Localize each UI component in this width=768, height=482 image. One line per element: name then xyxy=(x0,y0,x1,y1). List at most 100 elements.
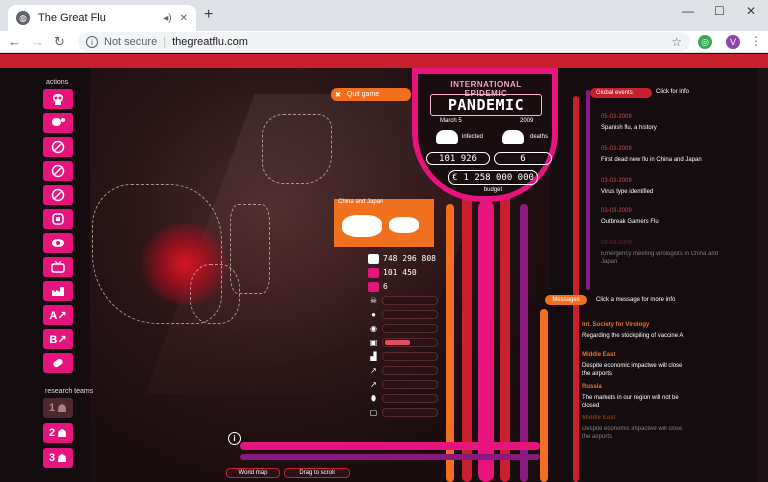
bookmark-star-icon[interactable]: ☆ xyxy=(671,35,682,49)
world-map-tab[interactable]: World map xyxy=(226,468,280,478)
deaths-skull-icon xyxy=(502,130,524,144)
address-bar[interactable]: i Not secure | thegreatflu.com ☆ xyxy=(78,32,690,52)
region-minimap[interactable] xyxy=(334,207,434,247)
control-bar[interactable] xyxy=(382,366,438,375)
research-team-2-button[interactable]: 2 ☗ xyxy=(43,423,73,443)
event-item[interactable]: Spanish flu, a history xyxy=(601,124,721,132)
action-pill-button[interactable] xyxy=(43,353,73,373)
game-canvas[interactable]: actions A↗ B↗ research teams 1 ☗ 2 ☗ 3 ☗ ✖ Q… xyxy=(0,54,768,482)
events-pillar xyxy=(573,96,579,482)
control-row-pill[interactable]: ⬮ xyxy=(368,393,438,404)
team-icon: ☗ xyxy=(57,452,67,465)
control-row-vaccine-a[interactable]: ↗ xyxy=(368,365,438,376)
event-item[interactable]: First dead new flu in China and Japan xyxy=(601,156,721,164)
action-vaccine-b-button[interactable]: B↗ xyxy=(43,329,73,349)
control-bar[interactable] xyxy=(382,338,438,347)
quit-game-button[interactable]: ✖ Quit game xyxy=(331,88,411,101)
control-row-shield[interactable]: ▢ xyxy=(368,407,438,418)
menu-kebab-icon[interactable]: ⋮ xyxy=(750,34,762,48)
action-vaccine-a-button[interactable]: A↗ xyxy=(43,305,73,325)
event-date: 03-03-2009 xyxy=(601,240,632,246)
control-bar[interactable] xyxy=(382,310,438,319)
event-item[interactable]: Emergency meeting virologists in China a… xyxy=(601,250,721,266)
deaths-value: 6 xyxy=(383,282,388,291)
message-item[interactable]: Despite economic impactwe will close the… xyxy=(582,362,692,378)
drag-to-scroll-tab[interactable]: Drag to scroll xyxy=(284,468,350,478)
deaths-count: 6 xyxy=(494,152,552,165)
control-bar[interactable] xyxy=(382,394,438,403)
control-bar[interactable] xyxy=(382,324,438,333)
action-skull-button[interactable] xyxy=(43,89,73,109)
browser-tab[interactable]: ◍ The Great Flu ◂) ✕ xyxy=(8,5,196,31)
message-item[interactable]: Despite economic impactwe will close the… xyxy=(582,425,692,441)
factory-icon: ▟ xyxy=(370,352,377,361)
event-item[interactable]: Outbreak Gamers Flu xyxy=(601,218,721,226)
control-row-virus[interactable]: ● xyxy=(368,309,438,320)
maximize-button[interactable]: ☐ xyxy=(714,4,725,18)
infected-value: 101 450 xyxy=(383,268,417,277)
event-item[interactable]: Virus type identified xyxy=(601,188,721,196)
speaker-icon[interactable]: ◂) xyxy=(163,13,171,24)
security-label: Not secure xyxy=(104,36,158,48)
control-row-skull[interactable]: ☠ xyxy=(368,295,438,306)
budget-value: 1 258 000 000 xyxy=(463,172,534,183)
action-shield-button[interactable] xyxy=(43,209,73,229)
info-icon[interactable]: i xyxy=(86,36,98,48)
tab-close-icon[interactable]: ✕ xyxy=(180,13,188,24)
new-tab-button[interactable]: + xyxy=(204,6,213,24)
message-item[interactable]: Regarding the stockpiling of vaccine A xyxy=(582,332,692,340)
syringe-icon: ↗ xyxy=(370,366,377,375)
event-date: 03-03-2009 xyxy=(601,178,632,184)
info-button[interactable]: i xyxy=(228,432,241,445)
pandemic-pillar-orange xyxy=(446,204,454,482)
pandemic-pillar-right xyxy=(500,194,510,482)
research-team-3-button[interactable]: 3 ☗ xyxy=(43,448,73,468)
control-bar[interactable] xyxy=(382,352,438,361)
minimize-button[interactable]: — xyxy=(682,4,694,18)
coastline-china-east xyxy=(190,264,240,324)
global-events-header[interactable]: Global events xyxy=(590,88,652,98)
action-eye-button[interactable] xyxy=(43,233,73,253)
control-row-vaccine-b[interactable]: ↗ xyxy=(368,379,438,390)
action-block-3-button[interactable] xyxy=(43,185,73,205)
control-bar[interactable] xyxy=(382,296,438,305)
game-year: 2009 xyxy=(520,118,534,124)
population-value: 748 296 808 xyxy=(383,254,436,263)
global-events-hint: Click for info xyxy=(656,89,690,95)
infected-stat: 101 450 xyxy=(368,267,417,278)
control-bar-fill xyxy=(385,340,410,345)
syringe-icon: ↗ xyxy=(370,380,377,389)
profile-avatar[interactable]: V xyxy=(726,35,740,49)
game-top-bar xyxy=(0,54,768,68)
shield-icon: ▢ xyxy=(369,408,378,417)
close-window-button[interactable]: ✕ xyxy=(746,4,756,18)
vaccine-b-icon: B↗ xyxy=(49,333,67,346)
url-separator: | xyxy=(163,36,167,48)
messages-pillar xyxy=(540,309,548,482)
extension-icon[interactable]: ◎ xyxy=(698,35,712,49)
control-row-eye[interactable]: ◉ xyxy=(368,323,438,334)
pandemic-pillar-left xyxy=(462,194,472,482)
control-row-tv[interactable]: ▣ xyxy=(368,337,438,348)
back-button[interactable]: ← xyxy=(8,34,21,49)
reload-button[interactable]: ↻ xyxy=(54,34,65,50)
control-bar[interactable] xyxy=(382,380,438,389)
control-bar[interactable] xyxy=(382,408,438,417)
messages-hint: Click a message for more info xyxy=(596,297,676,303)
control-row-factory[interactable]: ▟ xyxy=(368,351,438,362)
message-item[interactable]: The markets in our region will not be cl… xyxy=(582,394,692,410)
tab-strip: ◍ The Great Flu ◂) ✕ + — ☐ ✕ xyxy=(0,0,768,31)
action-block-1-button[interactable] xyxy=(43,137,73,157)
forward-button[interactable]: → xyxy=(31,34,44,49)
research-teams-label: research teams xyxy=(45,388,94,395)
message-source: Russia xyxy=(582,384,602,390)
action-tv-button[interactable] xyxy=(43,257,73,277)
page-scrollbar[interactable] xyxy=(758,68,768,482)
bottom-rail-purple xyxy=(240,454,540,460)
action-virus-button[interactable] xyxy=(43,113,73,133)
currency-symbol: € xyxy=(452,172,458,183)
action-factory-button[interactable] xyxy=(43,281,73,301)
messages-header[interactable]: Messages xyxy=(545,295,587,305)
research-team-1-button[interactable]: 1 ☗ xyxy=(43,398,73,418)
action-block-2-button[interactable] xyxy=(43,161,73,181)
